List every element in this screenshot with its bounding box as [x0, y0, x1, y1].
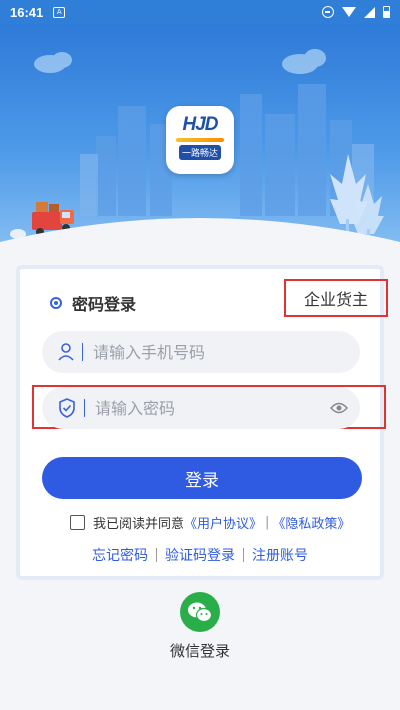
user-icon — [58, 343, 74, 361]
header-banner: HJD 一路畅达 — [0, 24, 400, 260]
tab-label: 密码登录 — [72, 295, 137, 314]
privacy-policy-link[interactable]: 《隐私政策》 — [272, 513, 350, 532]
link-divider — [156, 548, 157, 562]
auxiliary-links: 忘记密码 验证码登录 注册账号 — [20, 545, 380, 565]
shield-icon — [59, 398, 75, 418]
wechat-icon — [188, 602, 213, 623]
wechat-login-label[interactable]: 微信登录 — [0, 640, 400, 661]
password-field[interactable] — [42, 387, 360, 429]
register-link[interactable]: 注册账号 — [252, 545, 308, 565]
agreement-separator: | — [265, 515, 270, 530]
logo-tagline: 一路畅达 — [178, 145, 221, 160]
field-divider — [84, 399, 85, 417]
link-divider — [243, 548, 244, 562]
role-selector[interactable]: 企业货主 — [284, 279, 388, 317]
tab-indicator-icon — [50, 297, 62, 309]
do-not-disturb-icon — [322, 6, 334, 18]
wifi-icon — [342, 7, 356, 17]
password-input[interactable] — [95, 398, 305, 418]
agreement-text: 我已阅读并同意 — [93, 517, 185, 532]
user-agreement-link[interactable]: 《用户协议》 — [184, 513, 262, 532]
status-bar: 16:41 A — [0, 0, 400, 24]
field-divider — [82, 343, 83, 361]
password-login-tab[interactable]: 密码登录 — [50, 291, 136, 315]
signal-icon — [364, 6, 375, 18]
logo-brand: HJD — [182, 114, 218, 135]
forgot-password-link[interactable]: 忘记密码 — [92, 545, 148, 565]
code-login-link[interactable]: 验证码登录 — [165, 545, 235, 565]
notification-icon: A — [53, 6, 66, 18]
login-button[interactable]: 登录 — [42, 457, 362, 499]
phone-input[interactable] — [93, 342, 303, 362]
wechat-login-button[interactable] — [180, 592, 220, 632]
app-logo: HJD 一路畅达 — [166, 106, 234, 174]
agreement-row: 我已阅读并同意 《用户协议》 | 《隐私政策》 — [70, 513, 350, 532]
status-time: 16:41 — [10, 4, 44, 20]
eye-icon[interactable] — [330, 402, 348, 414]
agreement-checkbox[interactable] — [70, 515, 85, 530]
login-card: 密码登录 企业货主 登录 我已阅读并同意 《用户协议》 | 《隐私政策》 忘记密… — [16, 265, 388, 580]
logo-swoosh — [176, 138, 224, 142]
battery-icon — [383, 6, 390, 18]
phone-field[interactable] — [42, 331, 360, 373]
status-icons — [322, 6, 390, 18]
